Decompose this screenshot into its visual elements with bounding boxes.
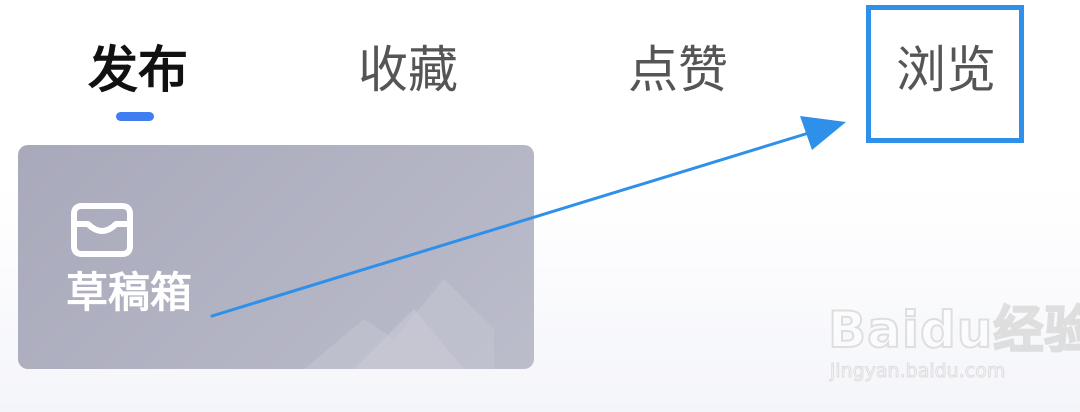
tab-likes[interactable]: 点赞 xyxy=(628,40,728,100)
active-tab-indicator xyxy=(116,112,154,121)
tab-favorites[interactable]: 收藏 xyxy=(358,40,458,100)
watermark-logo: Baidu经验 xyxy=(827,300,1080,360)
baidu-watermark: Baidu经验 jingyan.baidu.com xyxy=(826,290,1080,400)
drafts-card[interactable]: 草稿箱 xyxy=(18,145,534,369)
annotation-highlight-box xyxy=(866,5,1024,143)
watermark-url: jingyan.baidu.com xyxy=(829,360,1006,383)
drafts-label: 草稿箱 xyxy=(66,268,193,317)
card-decoration xyxy=(304,279,494,369)
inbox-icon xyxy=(71,203,133,257)
tab-publish[interactable]: 发布 xyxy=(88,40,188,100)
